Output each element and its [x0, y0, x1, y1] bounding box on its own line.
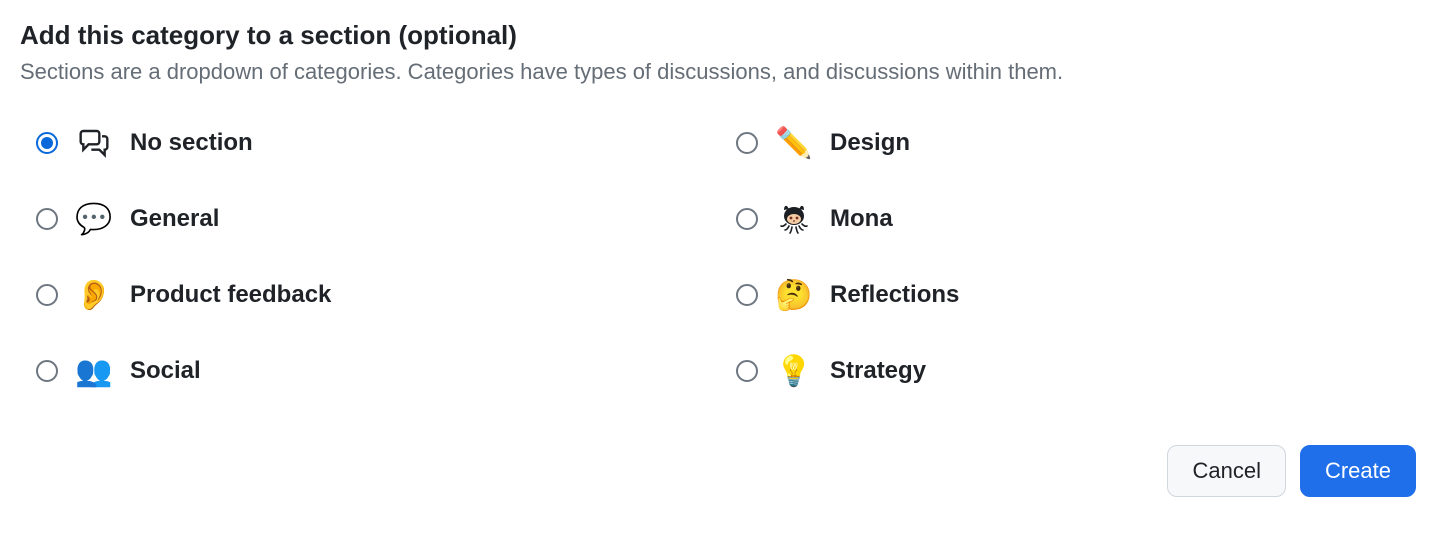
- option-label: Strategy: [830, 357, 926, 385]
- cancel-button[interactable]: Cancel: [1167, 445, 1285, 497]
- pencil-icon: ✏️: [776, 125, 812, 161]
- octocat-icon: [776, 201, 812, 237]
- option-label: Design: [830, 129, 910, 157]
- option-design[interactable]: ✏️ Design: [720, 125, 1420, 161]
- option-product-feedback[interactable]: 👂 Product feedback: [20, 277, 720, 313]
- option-social[interactable]: 👥 Social: [20, 353, 720, 389]
- comment-discussion-icon: [76, 125, 112, 161]
- option-label: Product feedback: [130, 281, 331, 309]
- option-no-section[interactable]: No section: [20, 125, 720, 161]
- section-heading: Add this category to a section (optional…: [20, 20, 1422, 51]
- radio-input[interactable]: [36, 360, 58, 382]
- radio-input[interactable]: [736, 360, 758, 382]
- option-label: No section: [130, 129, 253, 157]
- ear-icon: 👂: [76, 277, 112, 313]
- option-label: Mona: [830, 205, 893, 233]
- option-general[interactable]: 💬 General: [20, 201, 720, 237]
- speech-bubble-icon: 💬: [76, 201, 112, 237]
- radio-input[interactable]: [736, 284, 758, 306]
- radio-input[interactable]: [736, 208, 758, 230]
- radio-input[interactable]: [736, 132, 758, 154]
- busts-icon: 👥: [76, 353, 112, 389]
- option-label: Reflections: [830, 281, 959, 309]
- light-bulb-icon: 💡: [776, 353, 812, 389]
- option-reflections[interactable]: 🤔 Reflections: [720, 277, 1420, 313]
- section-description: Sections are a dropdown of categories. C…: [20, 59, 1422, 85]
- create-button[interactable]: Create: [1300, 445, 1416, 497]
- option-label: Social: [130, 357, 201, 385]
- radio-input[interactable]: [36, 132, 58, 154]
- option-strategy[interactable]: 💡 Strategy: [720, 353, 1420, 389]
- radio-input[interactable]: [36, 284, 58, 306]
- thinking-face-icon: 🤔: [776, 277, 812, 313]
- option-label: General: [130, 205, 219, 233]
- option-mona[interactable]: Mona: [720, 201, 1420, 237]
- radio-input[interactable]: [36, 208, 58, 230]
- section-options-grid: No section ✏️ Design 💬 General Mona 👂: [20, 125, 1420, 389]
- action-buttons: Cancel Create: [20, 445, 1422, 497]
